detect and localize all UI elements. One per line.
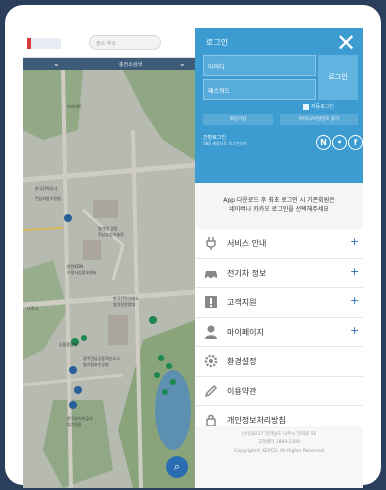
menu-item-support[interactable]: 고객지원 + bbox=[195, 288, 363, 318]
expand-icon[interactable]: + bbox=[350, 324, 359, 337]
expand-icon[interactable]: + bbox=[350, 265, 359, 278]
footer-copyright: Copyright© KEPCO. All Rights Reserved bbox=[234, 449, 324, 454]
easy-login-title: 간편로그인 bbox=[203, 135, 227, 141]
menu-item-label: 마이페이지 bbox=[227, 327, 264, 337]
checkbox-icon bbox=[303, 103, 309, 110]
facebook-login-icon[interactable]: f bbox=[348, 135, 363, 150]
map-toolbar: ⌄ 충전소검색 ⌄ bbox=[23, 58, 195, 70]
search-input[interactable]: 장소 주소 bbox=[89, 35, 161, 50]
id-field[interactable]: 아이디 bbox=[203, 55, 316, 76]
app-screen: 장소 주소 ⌄ 충전소검색 ⌄ 우리마트 한국전력공사 전남지방우정청 빛가람 … bbox=[23, 28, 363, 488]
menu-item-terms[interactable]: 이용약관 bbox=[195, 377, 363, 406]
menu-item-label: 이용약관 bbox=[227, 386, 257, 396]
notice-line: App 다운로드 후 최초 로그인 시 기존회원은 bbox=[223, 197, 335, 204]
map-toolbar-label: 충전소검색 bbox=[119, 62, 143, 68]
join-button[interactable]: 회원가입 bbox=[203, 114, 273, 125]
app-header: 장소 주소 bbox=[23, 28, 195, 58]
login-section: 로그인 ✕ 아이디 패스워드 로그인 자동로그인 회원가입 아이디/비밀번호 찾… bbox=[195, 28, 363, 183]
user-icon bbox=[205, 325, 217, 339]
menu-item-service[interactable]: 서비스 안내 + bbox=[195, 229, 363, 259]
notice-line: 네이버나 카카오 로그인을 선택해주세요 bbox=[229, 206, 329, 213]
map-overlay[interactable] bbox=[23, 70, 195, 488]
kakao-login-icon[interactable]: • bbox=[332, 135, 347, 150]
easy-login-subtitle: SNS 계정으로 로그인하기 bbox=[203, 141, 247, 146]
footer-callcenter: 고객센터 1899-2100 bbox=[257, 440, 301, 445]
menu-item-label: 개인정보처리방침 bbox=[227, 416, 286, 425]
menu-item-mypage[interactable]: 마이페이지 + bbox=[195, 318, 363, 347]
expand-icon[interactable]: + bbox=[350, 235, 359, 248]
chevron-down-icon[interactable]: ⌄ bbox=[53, 59, 60, 68]
menu-item-settings[interactable]: 환경설정 bbox=[195, 347, 363, 377]
alert-icon bbox=[205, 296, 217, 308]
close-icon[interactable]: ✕ bbox=[336, 28, 356, 58]
footer: (우)58217 전라남도 나주시 전력로 55 고객센터 1899-2100 … bbox=[195, 426, 363, 488]
kepco-logo bbox=[27, 38, 61, 49]
password-field[interactable]: 패스워드 bbox=[203, 79, 316, 100]
device-frame: 장소 주소 ⌄ 충전소검색 ⌄ 우리마트 한국전력공사 전남지방우정청 빛가람 … bbox=[5, 5, 381, 488]
footer-address: (우)58217 전라남도 나주시 전력로 55 bbox=[241, 432, 317, 437]
menu-item-label: 환경설정 bbox=[227, 357, 257, 366]
notice-bar: App 다운로드 후 최초 로그인 시 기존회원은 네이버나 카카오 로그인을 … bbox=[195, 183, 363, 229]
menu-item-label: 고객지원 bbox=[227, 298, 257, 307]
naver-login-icon[interactable]: N bbox=[316, 135, 331, 150]
search-icon[interactable]: ⌕ bbox=[166, 456, 188, 478]
auto-login-label: 자동로그인 bbox=[311, 104, 335, 110]
find-account-button[interactable]: 아이디/비밀번호 찾기 bbox=[280, 114, 358, 125]
auto-login-checkbox[interactable]: 자동로그인 bbox=[303, 103, 334, 110]
expand-icon[interactable]: + bbox=[350, 294, 359, 307]
car-icon bbox=[205, 270, 217, 279]
login-button[interactable]: 로그인 bbox=[318, 55, 358, 100]
menu-item-label: 서비스 안내 bbox=[227, 239, 267, 248]
map-view[interactable]: 우리마트 한국전력공사 전남지방우정청 빛가람 광장 전남농업기술원 한전KDN… bbox=[23, 70, 195, 488]
plug-icon bbox=[206, 237, 216, 250]
menu-item-label: 전기차 정보 bbox=[227, 268, 267, 278]
login-title: 로그인 bbox=[206, 38, 229, 47]
pen-icon bbox=[204, 384, 218, 397]
gear-icon bbox=[204, 354, 218, 368]
menu-item-ev-info[interactable]: 전기차 정보 + bbox=[195, 259, 363, 288]
chevron-down-icon[interactable]: ⌄ bbox=[179, 59, 186, 68]
main-menu: 서비스 안내 + 전기차 정보 + 고객지원 + 마이페이지 + 환경설정 이용… bbox=[195, 229, 363, 436]
side-menu-panel: 로그인 ✕ 아이디 패스워드 로그인 자동로그인 회원가입 아이디/비밀번호 찾… bbox=[195, 28, 363, 488]
